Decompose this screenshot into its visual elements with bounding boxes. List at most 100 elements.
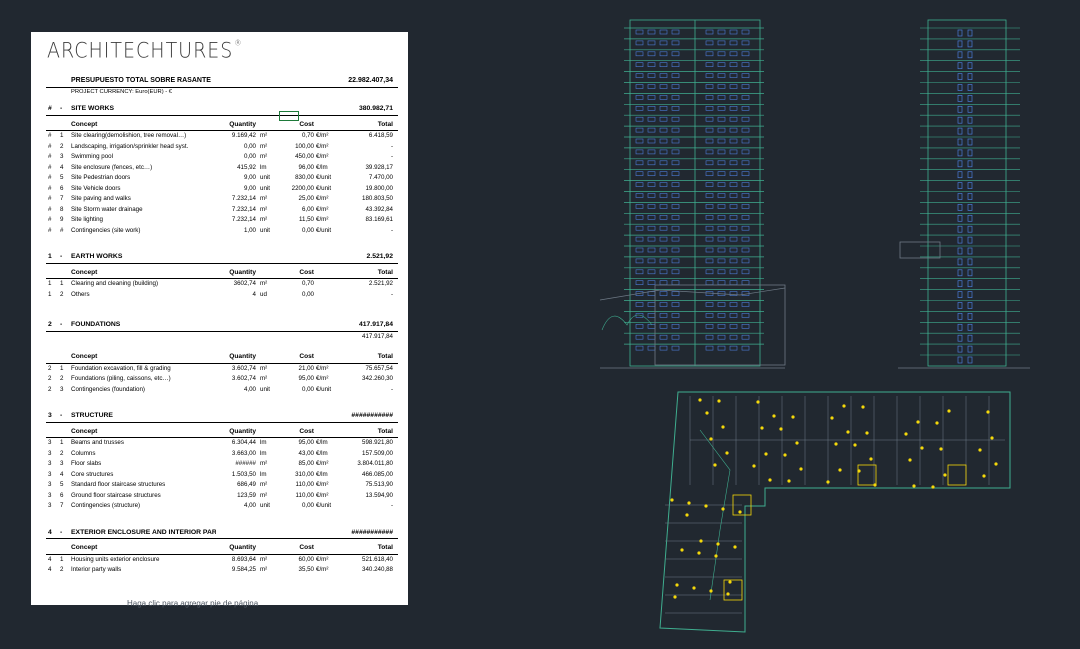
window <box>741 247 750 253</box>
window <box>741 116 750 122</box>
window <box>635 95 644 100</box>
fixture-dot <box>842 404 846 408</box>
window <box>729 138 738 144</box>
fixture-dot <box>725 451 729 455</box>
window <box>635 182 644 187</box>
window <box>741 84 750 89</box>
window <box>967 40 973 48</box>
fixture-dot <box>705 411 709 415</box>
window <box>741 95 750 100</box>
window <box>671 215 680 220</box>
fixture-dot <box>834 442 838 446</box>
window <box>729 302 738 307</box>
fixture-dot <box>920 446 924 450</box>
window <box>705 51 714 57</box>
window <box>717 193 726 198</box>
window <box>659 313 668 318</box>
window <box>635 269 644 275</box>
window <box>741 280 750 286</box>
window <box>647 182 656 187</box>
window <box>635 215 644 220</box>
window <box>705 138 714 144</box>
fixture-dot <box>994 462 998 466</box>
window <box>705 193 714 198</box>
window <box>717 323 726 329</box>
window <box>741 345 750 351</box>
window <box>671 269 680 275</box>
window <box>635 106 644 111</box>
window <box>957 127 963 135</box>
window <box>705 334 714 340</box>
window <box>967 171 973 179</box>
fixture-dot <box>756 400 760 404</box>
window <box>729 95 738 100</box>
fixture-dot <box>943 473 947 477</box>
fixture-dot <box>721 425 725 429</box>
window <box>967 138 973 146</box>
window <box>659 334 668 340</box>
window <box>659 138 668 144</box>
window <box>705 73 714 78</box>
window <box>741 138 750 144</box>
window <box>967 323 973 331</box>
window <box>729 171 738 176</box>
fixture-dot <box>830 416 834 420</box>
window <box>671 313 680 318</box>
fixture-dot <box>908 458 912 462</box>
window <box>741 302 750 307</box>
window <box>717 62 726 68</box>
window <box>705 247 714 253</box>
window <box>635 258 644 264</box>
window <box>635 29 644 35</box>
window <box>647 215 656 220</box>
window <box>635 171 644 176</box>
window <box>741 29 750 35</box>
window <box>717 138 726 144</box>
window <box>967 345 973 353</box>
fixture-dot <box>709 589 713 593</box>
fixture-dot <box>865 431 869 435</box>
window <box>671 127 680 133</box>
window <box>729 51 738 57</box>
window <box>967 84 973 91</box>
window <box>717 215 726 220</box>
fixture-dot <box>717 399 721 403</box>
window <box>705 236 714 242</box>
fixture-dot <box>791 415 795 419</box>
window <box>659 116 668 122</box>
fixture-dot <box>728 580 732 584</box>
window <box>967 62 973 70</box>
window <box>647 29 656 35</box>
fixture-dot <box>673 595 677 599</box>
window <box>717 313 726 318</box>
window <box>705 62 714 68</box>
window <box>659 29 668 35</box>
fixture-dot <box>698 398 702 402</box>
window <box>705 40 714 46</box>
window <box>729 149 738 155</box>
window <box>967 225 973 233</box>
window <box>659 225 668 231</box>
window <box>671 247 680 253</box>
window <box>659 247 668 253</box>
window <box>967 204 973 211</box>
window <box>957 95 963 102</box>
window <box>635 40 644 46</box>
window <box>659 323 668 329</box>
window <box>671 138 680 144</box>
window <box>957 269 963 277</box>
window <box>659 280 668 286</box>
window <box>729 40 738 46</box>
fixture-dot <box>738 510 742 514</box>
window <box>647 40 656 46</box>
window <box>957 345 963 353</box>
window <box>635 204 644 209</box>
window <box>967 236 973 244</box>
cad-drawings <box>599 19 1030 633</box>
window <box>647 116 656 122</box>
fixture-dot <box>779 427 783 431</box>
window <box>671 302 680 307</box>
window <box>647 127 656 133</box>
window <box>967 193 973 200</box>
window <box>659 40 668 46</box>
